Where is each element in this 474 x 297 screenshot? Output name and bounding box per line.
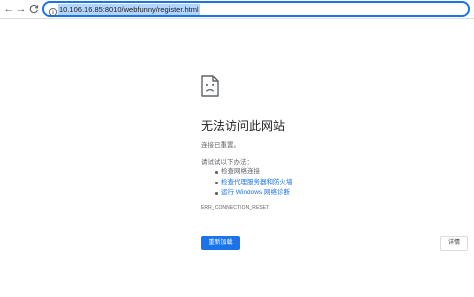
suggestion-network-diagnostics-link[interactable]: 运行 Windows 网络诊断 (215, 188, 293, 199)
sad-page-icon (201, 75, 219, 97)
suggestions-label: 请试试以下办法： (201, 159, 253, 166)
error-subtitle: 连接已重置。 (201, 142, 240, 149)
url-text[interactable]: 10.106.16.85:8010/webfunny/register.html (58, 4, 200, 15)
address-bar[interactable]: 10.106.16.85:8010/webfunny/register.html (42, 1, 470, 17)
suggestion-check-proxy-link[interactable]: 检查代理服务器和防火墙 (215, 178, 293, 189)
info-icon[interactable] (48, 4, 58, 17)
details-button[interactable]: 详情 (440, 236, 468, 251)
reload-button[interactable]: 重新加载 (201, 236, 240, 250)
error-title: 无法访问此网站 (201, 119, 286, 133)
reload-icon[interactable] (27, 2, 41, 16)
error-code: ERR_CONNECTION_RESET (201, 205, 270, 211)
forward-arrow-icon[interactable]: → (14, 2, 28, 16)
browser-toolbar: ← → 10.106.16.85:8010/webfunny/register.… (0, 0, 474, 19)
suggestion-check-network: 检查网络连接 (215, 167, 293, 178)
suggestions-list: 检查网络连接 检查代理服务器和防火墙 运行 Windows 网络诊断 (215, 167, 293, 199)
